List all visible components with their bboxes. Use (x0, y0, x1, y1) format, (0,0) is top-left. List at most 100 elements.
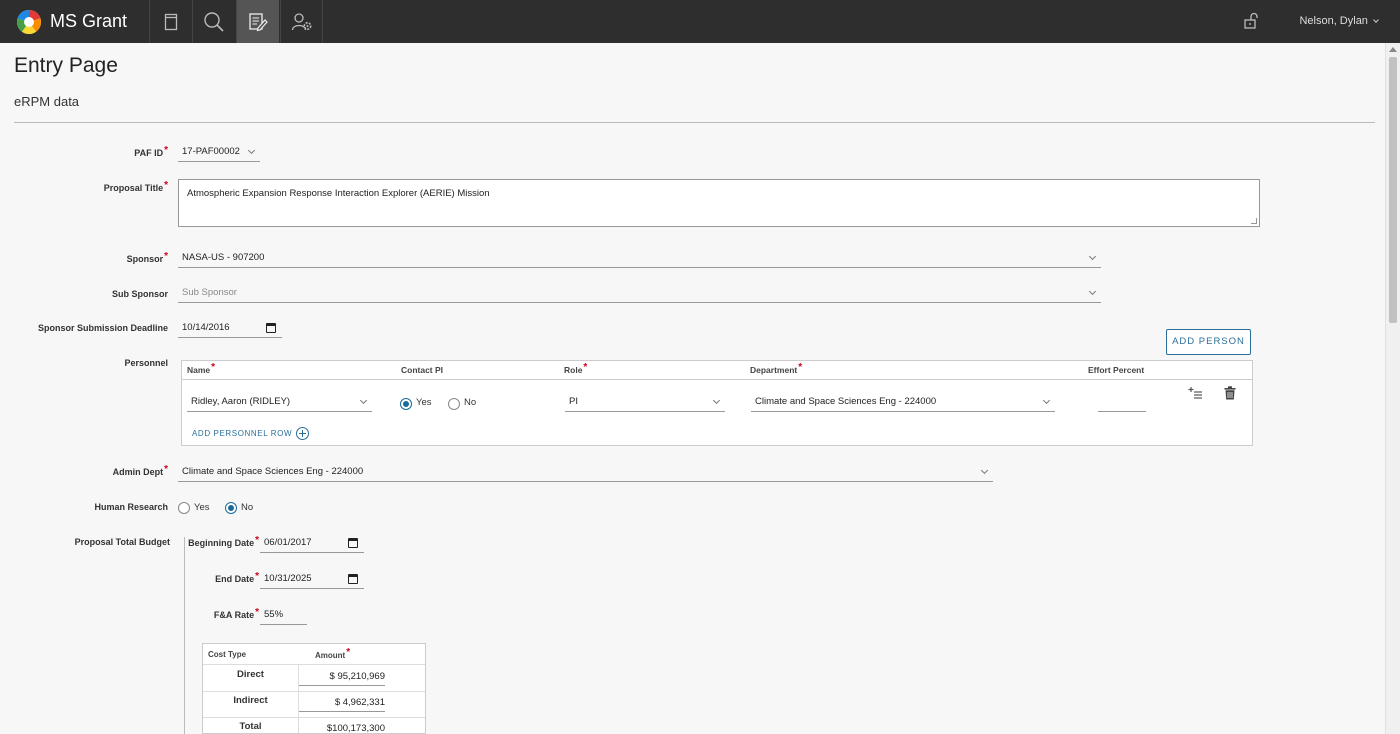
personnel-table: Name Contact PI Role Department Effort P… (181, 360, 1253, 446)
header-effort-percent: Effort Percent (1088, 365, 1145, 375)
page-scrollbar[interactable] (1385, 43, 1400, 734)
row-divider (203, 664, 425, 665)
contact-pi-yes-label: Yes (416, 397, 432, 408)
sponsor-select[interactable]: NASA-US - 907200 (178, 250, 1101, 268)
admin-dept-label: Admin Dept (113, 467, 168, 478)
cost-table: Cost Type Amount Direct $ 95,210,969 Ind… (202, 643, 426, 734)
header-name: Name (187, 365, 215, 376)
search-icon (204, 11, 224, 32)
document-icon (164, 13, 178, 30)
human-research-yes-radio[interactable] (178, 502, 190, 514)
app-name: MS Grant (50, 11, 128, 31)
add-personnel-row-label: ADD PERSONNEL ROW (192, 429, 293, 438)
chevron-down-icon (1088, 252, 1097, 261)
header-divider (14, 122, 1375, 123)
edit-document-icon (249, 12, 268, 31)
user-settings-icon (291, 12, 312, 30)
logo-icon (17, 9, 41, 34)
end-date-value: 10/31/2025 (264, 573, 312, 584)
add-person-button[interactable]: ADD PERSON (1166, 329, 1251, 355)
add-subrow-icon[interactable] (1188, 386, 1204, 400)
end-date-input[interactable]: 10/31/2025 (260, 571, 364, 589)
department-select[interactable]: Climate and Space Sciences Eng - 224000 (751, 394, 1055, 412)
fa-rate-label: F&A Rate (214, 610, 259, 621)
add-circle-icon (296, 427, 310, 440)
role-value: PI (569, 396, 578, 407)
paf-id-value: 17-PAF00002 (182, 146, 240, 157)
user-menu[interactable]: Nelson, Dylan (1299, 0, 1379, 43)
cost-type-direct: Direct (237, 669, 264, 680)
paf-id-select[interactable]: 17-PAF00002 (178, 144, 260, 162)
beginning-date-label: Beginning Date (188, 538, 259, 549)
scroll-up-icon[interactable] (1389, 47, 1397, 52)
add-personnel-row-link[interactable]: ADD PERSONNEL ROW (192, 427, 310, 440)
proposal-title-label: Proposal Title (104, 183, 168, 194)
top-navigation-bar: MS Grant Nelson, Dylan (0, 0, 1400, 43)
chevron-down-icon (1088, 287, 1097, 296)
admin-dept-select[interactable]: Climate and Space Sciences Eng - 224000 (178, 464, 993, 482)
person-name-select[interactable]: Ridley, Aaron (RIDLEY) (187, 394, 372, 412)
proposal-title-value: Atmospheric Expansion Response Interacti… (187, 188, 490, 199)
header-role: Role (564, 365, 587, 376)
chevron-down-icon (1373, 17, 1379, 23)
budget-label: Proposal Total Budget (74, 537, 170, 547)
fa-rate-value: 55% (264, 609, 284, 620)
page-title: Entry Page (14, 54, 118, 77)
nav-documents[interactable] (149, 0, 192, 43)
human-research-label: Human Research (94, 502, 168, 512)
cost-type-indirect: Indirect (233, 695, 268, 706)
sub-sponsor-label: Sub Sponsor (112, 289, 168, 299)
nav-entry[interactable] (236, 0, 279, 43)
deadline-label: Sponsor Submission Deadline (37, 323, 168, 333)
effort-percent-input[interactable] (1098, 394, 1146, 412)
sponsor-label: Sponsor (127, 254, 168, 265)
cost-type-total: Total (239, 721, 262, 732)
chevron-down-icon (712, 396, 721, 405)
chevron-down-icon (980, 466, 989, 475)
header-divider (182, 379, 1252, 380)
contact-pi-no-radio[interactable] (448, 398, 460, 410)
personnel-label: Personnel (124, 358, 168, 368)
sub-sponsor-placeholder: Sub Sponsor (182, 287, 237, 298)
cost-type-header: Cost Type (208, 650, 247, 659)
unlock-icon (1244, 12, 1258, 29)
calendar-icon[interactable] (348, 538, 358, 548)
budget-group-border (184, 537, 185, 734)
header-contact-pi: Contact PI (401, 365, 444, 375)
user-name: Nelson, Dylan (1299, 15, 1368, 27)
header-department: Department (750, 365, 802, 376)
proposal-title-textarea[interactable]: Atmospheric Expansion Response Interacti… (178, 179, 1260, 227)
app-brand[interactable]: MS Grant (16, 0, 127, 43)
deadline-value: 10/14/2016 (182, 322, 230, 333)
indirect-amount-input[interactable]: $ 4,962,331 (299, 697, 385, 712)
beginning-date-input[interactable]: 06/01/2017 (260, 535, 364, 553)
resize-handle-icon[interactable] (1251, 218, 1257, 224)
row-divider (203, 691, 425, 692)
row-divider (203, 717, 425, 718)
deadline-date-input[interactable]: 10/14/2016 (178, 320, 282, 338)
fa-rate-input[interactable]: 55% (260, 607, 307, 625)
direct-amount-input[interactable]: $ 95,210,969 (299, 671, 385, 686)
person-name-value: Ridley, Aaron (RIDLEY) (191, 396, 291, 407)
calendar-icon[interactable] (348, 574, 358, 584)
beginning-date-value: 06/01/2017 (264, 537, 312, 548)
contact-pi-no-label: No (464, 397, 477, 408)
contact-pi-yes-radio[interactable] (400, 398, 412, 410)
sponsor-value: NASA-US - 907200 (182, 252, 265, 263)
nav-admin[interactable] (280, 0, 323, 43)
scrollbar-thumb[interactable] (1389, 57, 1397, 323)
chevron-down-icon (247, 146, 256, 155)
admin-dept-value: Climate and Space Sciences Eng - 224000 (182, 466, 364, 477)
total-amount-value: $100,173,300 (326, 723, 385, 734)
human-research-no-radio[interactable] (225, 502, 237, 514)
sub-sponsor-select[interactable]: Sub Sponsor (178, 285, 1101, 303)
nav-search[interactable] (192, 0, 235, 43)
calendar-icon[interactable] (266, 323, 276, 333)
department-value: Climate and Space Sciences Eng - 224000 (755, 396, 937, 407)
role-select[interactable]: PI (565, 394, 725, 412)
trash-icon[interactable] (1224, 386, 1236, 400)
amount-header: Amount (315, 650, 350, 661)
chevron-down-icon (1042, 396, 1051, 405)
lock-button[interactable] (1240, 10, 1262, 32)
human-research-no-label: No (241, 502, 254, 513)
